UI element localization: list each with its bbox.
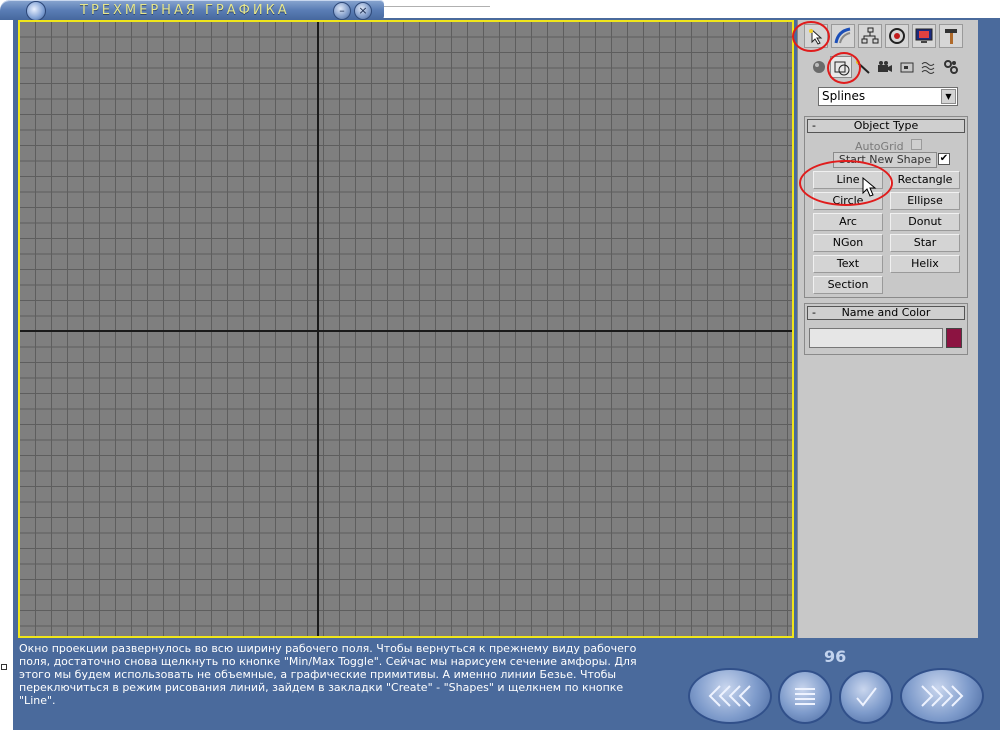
viewport-axis-vertical <box>317 22 319 636</box>
gears-icon <box>944 60 958 74</box>
cameras-subtab[interactable] <box>874 56 896 78</box>
viewport[interactable] <box>18 20 794 638</box>
autogrid-checkbox[interactable] <box>911 139 922 150</box>
highlight-circle-create-tab <box>792 21 830 52</box>
helix-button[interactable]: Helix <box>890 255 960 273</box>
name-and-color-header[interactable]: - Name and Color <box>807 306 965 320</box>
hierarchy-tab[interactable] <box>858 24 882 48</box>
object-name-field[interactable] <box>809 328 943 348</box>
highlight-circle-shapes-subtab <box>827 52 861 84</box>
chevrons-left-icon <box>708 685 751 707</box>
wave-icon <box>921 62 935 74</box>
viewport-axis-horizontal <box>20 330 792 332</box>
command-panel: Splines ▼ - Object Type AutoGrid Start N… <box>792 20 978 638</box>
display-icon <box>915 28 933 43</box>
menu-lines-icon <box>795 688 815 705</box>
check-button[interactable] <box>839 670 893 724</box>
instruction-text: Окно проекции развернулось во всю ширину… <box>19 642 637 707</box>
chevrons-right-icon <box>921 685 964 707</box>
page-number: 96 <box>824 647 847 666</box>
object-type-rollout: - Object Type AutoGrid Start New Shape ✔… <box>804 116 968 298</box>
back-button[interactable] <box>688 668 772 724</box>
hierarchy-icon <box>861 27 879 44</box>
text-button[interactable]: Text <box>813 255 883 273</box>
name-and-color-rollout: - Name and Color <box>804 303 968 355</box>
motion-icon <box>889 28 905 44</box>
rectangle-button[interactable]: Rectangle <box>890 171 960 189</box>
display-tab[interactable] <box>912 24 936 48</box>
object-type-title: Object Type <box>853 119 919 132</box>
category-dropdown[interactable]: Splines ▼ <box>818 87 958 106</box>
sphere-icon <box>813 61 825 73</box>
object-type-header[interactable]: - Object Type <box>807 119 965 133</box>
star-button[interactable]: Star <box>890 234 960 252</box>
close-button[interactable]: × <box>354 2 372 20</box>
hammer-icon <box>945 29 957 44</box>
utilities-tab[interactable] <box>939 24 963 48</box>
contents-button[interactable] <box>778 670 832 724</box>
curve-icon <box>834 27 851 44</box>
ellipse-button[interactable]: Ellipse <box>890 192 960 210</box>
camera-icon <box>878 61 892 72</box>
category-dropdown-value: Splines <box>822 89 866 103</box>
helper-icon <box>900 62 914 73</box>
systems-subtab[interactable] <box>940 56 962 78</box>
name-and-color-title: Name and Color <box>841 306 931 319</box>
collapse-icon: - <box>812 306 816 319</box>
checkmark-icon <box>856 687 877 707</box>
object-color-swatch[interactable] <box>946 328 962 348</box>
spacewarps-subtab[interactable] <box>918 56 940 78</box>
section-button[interactable]: Section <box>813 276 883 294</box>
ngon-button[interactable]: NGon <box>813 234 883 252</box>
highlight-circle-line-button <box>799 160 893 206</box>
top-edge-line <box>384 6 490 7</box>
forward-button[interactable] <box>900 668 984 724</box>
app-logo-icon <box>26 1 46 21</box>
motion-tab[interactable] <box>885 24 909 48</box>
helpers-subtab[interactable] <box>896 56 918 78</box>
donut-button[interactable]: Donut <box>890 213 960 231</box>
modify-tab[interactable] <box>831 24 855 48</box>
start-new-shape-checkbox[interactable]: ✔ <box>938 153 950 165</box>
chevron-down-icon[interactable]: ▼ <box>941 89 956 104</box>
collapse-icon: - <box>812 119 816 132</box>
minimize-button[interactable]: – <box>333 2 351 20</box>
arc-button[interactable]: Arc <box>813 213 883 231</box>
title-bar: ТРЕХМЕРНАЯ ГРАФИКА – × <box>0 0 384 21</box>
window-title: ТРЕХМЕРНАЯ ГРАФИКА <box>80 3 290 18</box>
edge-marker <box>1 664 7 670</box>
mouse-cursor-icon <box>862 177 877 197</box>
